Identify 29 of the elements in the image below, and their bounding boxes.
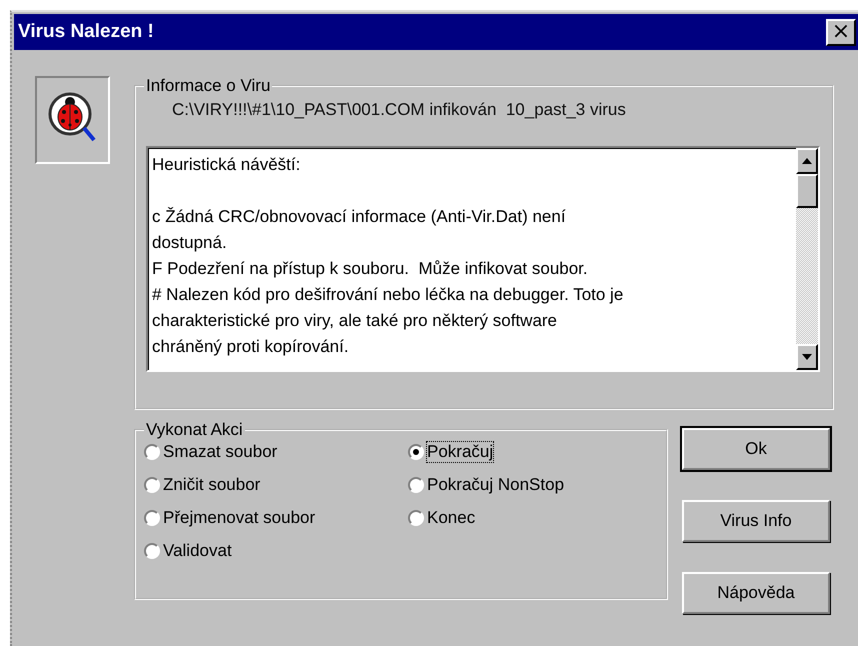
dialog-button[interactable]: Nápověda: [682, 572, 830, 614]
scroll-down-button[interactable]: [796, 344, 818, 370]
text-line: Heuristická návěští:: [152, 154, 302, 176]
text-line: charakteristické pro viry, ale také pro některý software: [152, 310, 558, 332]
down-arrow-icon: [802, 354, 812, 360]
up-arrow-icon: [802, 158, 812, 164]
virus-path-text: C:\VIRY!!!\#1\10_PAST\001.COM infikován 10_past_3 virus: [171, 99, 627, 121]
text-line: # Nalezen kód pro dešifrování nebo léčka na debugger. Toto je: [152, 284, 624, 306]
text-line: c Žádná CRC/obnovovací informace (Anti-Vir.Dat) není: [152, 206, 567, 228]
group-title: Informace o Viru: [145, 76, 272, 96]
radio-option[interactable]: Konec: [408, 508, 476, 528]
text-line: dostupná.: [152, 232, 228, 254]
close-button[interactable]: ×: [826, 18, 856, 46]
radio-option[interactable]: Pokračuj: [408, 442, 494, 462]
radio-option[interactable]: Přejmenovat soubor: [144, 508, 316, 528]
radio-option[interactable]: Smazat soubor: [144, 442, 278, 462]
text-line: F Podezření na přístup k souboru. Může infikovat soubor.: [152, 258, 589, 280]
scroll-up-button[interactable]: [796, 148, 818, 174]
radio-option[interactable]: Pokračuj NonStop: [408, 475, 564, 495]
group-title: Vykonat Akci: [145, 420, 244, 440]
text-line: chráněný proti kopírování.: [152, 336, 350, 358]
window-title: Virus Nalezen !: [18, 21, 154, 43]
radio-option[interactable]: Validovat: [144, 541, 232, 561]
dialog-button[interactable]: Ok: [682, 428, 830, 470]
scroll-thumb[interactable]: [796, 174, 818, 208]
scrollbar[interactable]: [796, 148, 818, 370]
radio-option[interactable]: Zničit soubor: [144, 475, 260, 495]
heuristics-text-box[interactable]: [146, 146, 820, 372]
dialog-button[interactable]: Virus Info: [682, 500, 830, 542]
